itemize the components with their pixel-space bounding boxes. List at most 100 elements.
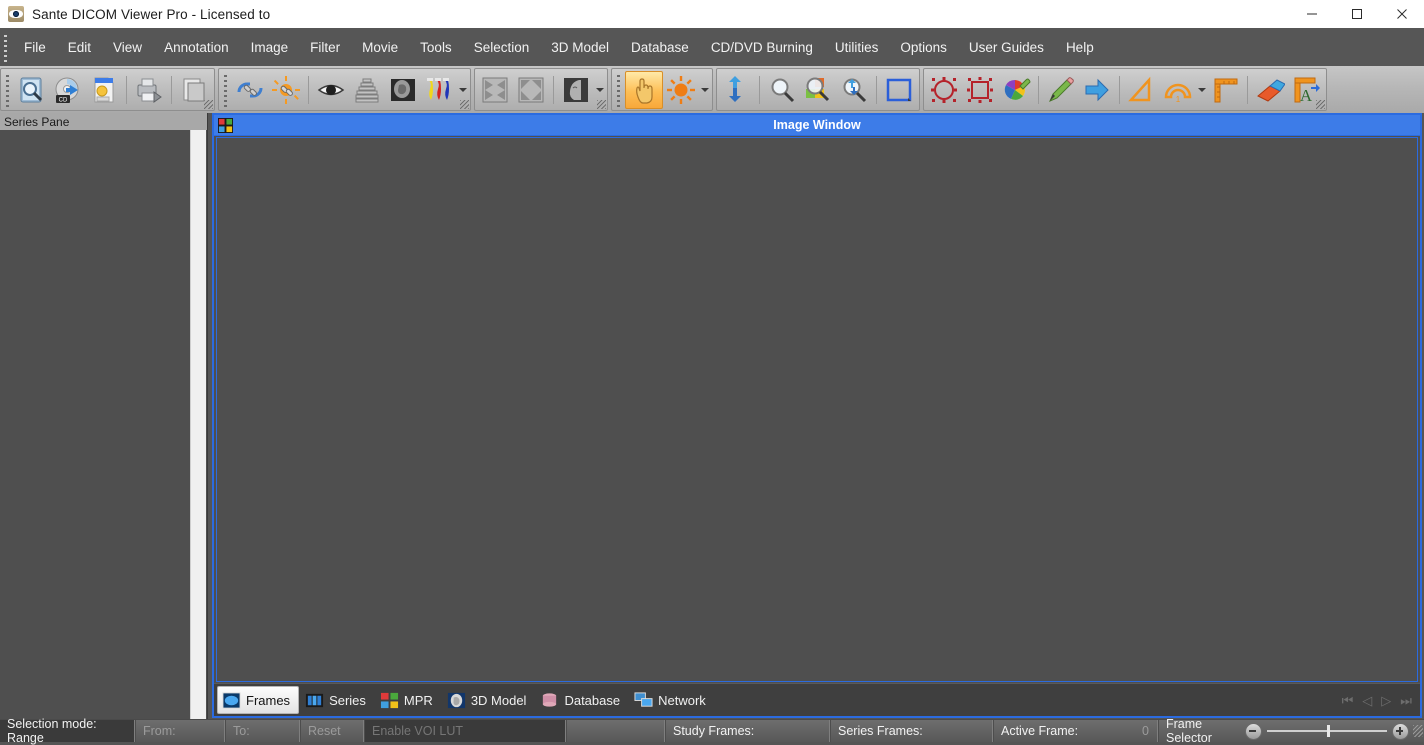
series-pane-scrollbar[interactable] — [190, 130, 206, 720]
zoom-region-icon[interactable] — [800, 72, 836, 108]
toolbar-group-sync — [218, 68, 471, 111]
cd-import-icon[interactable]: CD — [50, 72, 86, 108]
3d-model-icon — [447, 692, 465, 708]
frame-selector-thumb[interactable] — [1327, 725, 1331, 737]
zoom-in-icon[interactable] — [1392, 722, 1410, 740]
image-window-tabs: Frames Series MPR 3D Model Database Netw… — [214, 683, 1420, 716]
status-reset-button[interactable]: Reset — [301, 720, 365, 742]
tab-network[interactable]: Network — [630, 687, 714, 713]
window-controls — [1289, 0, 1424, 28]
ruler-icon[interactable] — [1207, 72, 1243, 108]
image-window-title-bar: Image Window — [214, 115, 1420, 136]
brightness-sun-icon[interactable] — [663, 72, 699, 108]
scroll-frames-icon[interactable] — [719, 72, 755, 108]
status-spacer-2 — [567, 720, 666, 742]
toolbar: CD 1 A — [0, 66, 1424, 113]
color-picker-icon[interactable] — [998, 72, 1034, 108]
menu-item-file[interactable]: File — [13, 36, 57, 59]
window-title: Sante DICOM Viewer Pro - Licensed to — [32, 6, 271, 22]
series-pane-body[interactable] — [0, 130, 207, 720]
toolbar-group-resize[interactable] — [204, 100, 213, 109]
menu-item-help[interactable]: Help — [1055, 36, 1105, 59]
frame-selector-slider-group — [1236, 722, 1410, 740]
toolbar-group-resize[interactable] — [1316, 100, 1325, 109]
menu-item-utilities[interactable]: Utilities — [824, 36, 890, 59]
angle-icon[interactable] — [1124, 72, 1160, 108]
menu-item-3d-model[interactable]: 3D Model — [540, 36, 620, 59]
toolbar-group-resize[interactable] — [460, 100, 469, 109]
app-window: Sante DICOM Viewer Pro - Licensed to Fil… — [0, 0, 1424, 745]
fit-outward-icon[interactable] — [513, 72, 549, 108]
image-canvas[interactable] — [216, 137, 1418, 682]
eraser-icon[interactable] — [1252, 72, 1288, 108]
menu-bar: File Edit View Annotation Image Filter M… — [0, 28, 1424, 67]
toolbar-separator — [1119, 75, 1120, 104]
series-pane: Series Pane — [0, 113, 208, 720]
ellipse-roi-icon[interactable] — [926, 72, 962, 108]
tab-database[interactable]: Database — [536, 687, 628, 713]
open-search-icon[interactable] — [14, 72, 50, 108]
menu-item-annotation[interactable]: Annotation — [153, 36, 240, 59]
tab-series[interactable]: Series — [301, 687, 374, 713]
toolbar-group-resize[interactable] — [597, 100, 606, 109]
prev-frame-icon[interactable]: ◁ — [1362, 694, 1372, 707]
print-icon[interactable] — [131, 72, 167, 108]
toolbar-separator — [126, 75, 127, 104]
menu-item-movie[interactable]: Movie — [351, 36, 409, 59]
eye-view-icon[interactable] — [313, 72, 349, 108]
link-sync-icon[interactable] — [232, 72, 268, 108]
toolbar-separator — [1247, 75, 1248, 104]
menu-drag-grip[interactable] — [2, 32, 11, 62]
tab-3d-model[interactable]: 3D Model — [443, 687, 535, 713]
protractor-icon[interactable]: 1 — [1160, 72, 1196, 108]
maximize-icon[interactable] — [1334, 0, 1379, 28]
tab-database-label: Database — [564, 692, 621, 708]
zoom-icon[interactable] — [764, 72, 800, 108]
menu-item-image[interactable]: Image — [240, 36, 300, 59]
menu-item-cd-dvd-burning[interactable]: CD/DVD Burning — [700, 36, 824, 59]
menu-item-filter[interactable]: Filter — [299, 36, 351, 59]
window-resize-grip[interactable] — [1413, 725, 1423, 737]
toolbar-drag-grip[interactable] — [4, 72, 12, 107]
protractor-chevron-down-icon[interactable] — [1196, 72, 1207, 108]
status-enable-voi-lut[interactable]: Enable VOI LUT — [365, 720, 468, 742]
toolbar-drag-grip[interactable] — [222, 72, 230, 107]
pencil-icon[interactable] — [1043, 72, 1079, 108]
menu-item-selection[interactable]: Selection — [463, 36, 541, 59]
tab-frames[interactable]: Frames — [217, 686, 300, 714]
menu-item-edit[interactable]: Edit — [57, 36, 102, 59]
tab-mpr[interactable]: MPR — [376, 687, 441, 713]
next-frame-icon[interactable]: ▷ — [1381, 694, 1391, 707]
rectangle-select-icon[interactable] — [881, 72, 917, 108]
profile-scan-icon[interactable] — [558, 72, 594, 108]
colormap-icon[interactable] — [421, 72, 457, 108]
menu-item-user-guides[interactable]: User Guides — [958, 36, 1055, 59]
menu-item-view[interactable]: View — [102, 36, 153, 59]
zoom-fit-icon[interactable] — [836, 72, 872, 108]
link-brightness-icon[interactable] — [268, 72, 304, 108]
first-frame-icon[interactable]: ⏮ — [1342, 694, 1354, 707]
close-icon[interactable] — [1379, 0, 1424, 28]
export-file-icon[interactable] — [86, 72, 122, 108]
database-icon — [543, 692, 557, 707]
arrow-icon[interactable] — [1079, 72, 1115, 108]
menu-item-database[interactable]: Database — [620, 36, 700, 59]
menu-item-options[interactable]: Options — [889, 36, 958, 59]
stack-icon[interactable] — [349, 72, 385, 108]
last-frame-icon[interactable]: ⏭ — [1400, 694, 1412, 707]
toolbar-group-zoom — [716, 68, 920, 111]
toolbar-drag-grip[interactable] — [615, 72, 623, 107]
rectangle-roi-icon[interactable] — [962, 72, 998, 108]
status-active-frame-value: 0 — [1142, 724, 1149, 738]
zoom-out-icon[interactable] — [1245, 722, 1263, 740]
status-study-frames: Study Frames: — [666, 720, 831, 742]
fit-inward-icon[interactable] — [477, 72, 513, 108]
status-from-label[interactable]: From: — [136, 720, 226, 742]
menu-item-tools[interactable]: Tools — [409, 36, 463, 59]
frame-selector-slider[interactable] — [1267, 725, 1388, 737]
head-scan-icon[interactable] — [385, 72, 421, 108]
status-to-label[interactable]: To: — [226, 720, 301, 742]
pan-hand-icon[interactable] — [625, 70, 663, 109]
brightness-chevron-down-icon[interactable] — [699, 72, 710, 108]
minimize-icon[interactable] — [1289, 0, 1334, 28]
